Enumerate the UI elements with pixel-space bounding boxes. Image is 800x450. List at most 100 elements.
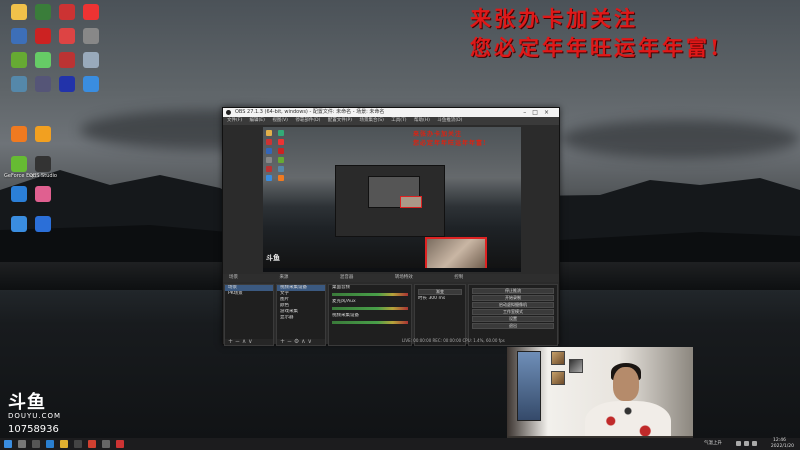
menu-profile[interactable]: 配置文件(P) — [328, 118, 352, 123]
volume-icon[interactable] — [744, 441, 749, 446]
header-sources: 来源 — [279, 275, 289, 280]
app-icon — [11, 52, 27, 68]
desktop-app-icon[interactable] — [76, 28, 106, 45]
desktop-app-icon[interactable] — [28, 216, 58, 233]
app-icon — [11, 156, 27, 172]
clock-date[interactable]: 2022/1/20 — [771, 444, 794, 450]
menu-view[interactable]: 视图(V) — [272, 118, 288, 123]
header-mixer: 混音器 — [339, 275, 354, 280]
app-icon — [59, 52, 75, 68]
webcam-overlay — [507, 347, 693, 450]
app-icon — [83, 52, 99, 68]
preview-nested-obs — [335, 165, 445, 237]
douyu-logo: 斗鱼 — [8, 392, 46, 413]
windows-taskbar: 气温上升 12:46 2022/1/20 — [0, 438, 800, 450]
app-icon — [11, 76, 27, 92]
preview-promo-1: 来张办卡加关注 — [413, 131, 463, 138]
promo-line-1: 来张办卡加关注 — [470, 6, 638, 31]
desktop-app-icon[interactable] — [28, 126, 58, 143]
webcam-window — [517, 351, 541, 421]
obs-title-text: OBS 27.1.3 (64-bit, windows) - 配置文件: 未命名… — [235, 109, 385, 115]
studio-mode-button[interactable]: 工作室模式 — [472, 309, 554, 315]
app-icon — [59, 76, 75, 92]
obs-taskbar-icon[interactable] — [102, 440, 110, 448]
obs-docks: 场景 PK场景 + − ∧ ∨ 视频采集设备 文字 图片 颜色 游戏采集 显示器… — [223, 284, 559, 346]
promo-line-2: 您必定年年旺运年年富! — [470, 35, 723, 60]
settings-button[interactable]: 设置 — [472, 316, 554, 322]
menu-douyu[interactable]: 斗鱼推流(D) — [437, 118, 462, 123]
weather-text: 气温上升 — [704, 441, 722, 446]
app-icon — [11, 186, 27, 202]
douyu-domain: DOUYU.COM — [8, 412, 62, 420]
menu-help[interactable]: 帮助(H) — [414, 118, 430, 123]
app-icon[interactable] — [74, 440, 82, 448]
app-icon — [59, 28, 75, 44]
window-controls[interactable]: –□× — [523, 108, 555, 117]
preview-desktop-icons — [263, 127, 293, 227]
menu-tools[interactable]: 工具(T) — [391, 118, 406, 123]
obs-preview[interactable]: 来张办卡加关注 您必定年年旺运年年富! 斗鱼 — [263, 127, 521, 272]
app-icon — [11, 28, 27, 44]
menu-edit[interactable]: 编辑(E) — [250, 118, 265, 123]
sources-dock: 视频采集设备 文字 图片 颜色 游戏采集 显示器 + − ⚙ ∧ ∨ — [276, 284, 326, 346]
transition-select[interactable]: 渐变 — [418, 289, 462, 295]
app-icon — [83, 76, 99, 92]
app-icon — [35, 156, 51, 172]
dock-headers: 场景 来源 混音器 转场特效 控制 — [223, 274, 559, 282]
mixer-track-label: 麦克风/Aux — [332, 299, 356, 304]
transitions-dock: 渐变 时长 300 ms — [414, 284, 466, 346]
desktop-app-icon[interactable] — [76, 52, 106, 69]
start-button[interactable] — [4, 440, 12, 448]
obs-window[interactable]: OBS 27.1.3 (64-bit, windows) - 配置文件: 未命名… — [222, 107, 560, 346]
app-icon — [83, 4, 99, 20]
desktop-app-icon[interactable]: OBS Studio — [28, 156, 58, 179]
scenes-dock: 场景 PK场景 + − ∧ ∨ — [224, 284, 274, 346]
mixer-dock: 桌面音频 麦克风/Aux 视频采集设备 — [328, 284, 412, 346]
exit-button[interactable]: 退出 — [472, 323, 554, 329]
controls-dock: 停止推流 开始录制 启动虚拟摄像机 工作室模式 设置 退出 — [468, 284, 558, 346]
desktop-app-icon[interactable] — [76, 76, 106, 93]
stop-stream-button[interactable]: 停止推流 — [472, 288, 554, 294]
app-icon — [83, 28, 99, 44]
obs-logo-icon — [226, 110, 231, 115]
obs-titlebar[interactable]: OBS 27.1.3 (64-bit, windows) - 配置文件: 未命名… — [223, 108, 559, 117]
source-item[interactable]: 显示器 — [277, 315, 325, 321]
desktop-app-icon[interactable] — [76, 4, 106, 21]
transition-duration-label: 时长 300 ms — [418, 296, 446, 301]
mixer-meter[interactable] — [332, 321, 408, 324]
edge-icon[interactable] — [46, 440, 54, 448]
mixer-meter[interactable] — [332, 293, 408, 296]
network-icon[interactable] — [736, 441, 741, 446]
scenes-toolbar[interactable]: + − ∧ ∨ — [225, 339, 273, 345]
douyu-watermark: 斗鱼 DOUYU.COM 10758936 — [8, 388, 61, 435]
mixer-track-label: 桌面音频 — [332, 285, 350, 290]
virtual-camera-button[interactable]: 启动虚拟摄像机 — [472, 302, 554, 308]
menu-scene-collection[interactable]: 场景集合(S) — [359, 118, 383, 123]
sources-toolbar[interactable]: + − ⚙ ∧ ∨ — [277, 339, 325, 345]
mixer-meter[interactable] — [332, 307, 408, 310]
app-icon — [35, 52, 51, 68]
header-controls: 控制 — [454, 275, 464, 280]
desktop-app-icon[interactable] — [28, 186, 58, 203]
obs-status-bar: LIVE: 00:00:00 REC: 00:00:00 CPU: 1.4%, … — [402, 338, 505, 343]
app-icon[interactable] — [116, 440, 124, 448]
task-view-icon[interactable] — [32, 440, 40, 448]
preview-nested-cam — [400, 196, 422, 208]
menu-file[interactable]: 文件(F) — [227, 118, 242, 123]
search-icon[interactable] — [18, 440, 26, 448]
explorer-icon[interactable] — [60, 440, 68, 448]
scene-item[interactable]: PK场景 — [225, 291, 273, 297]
start-recording-button[interactable]: 开始录制 — [472, 295, 554, 301]
ime-icon[interactable] — [752, 441, 757, 446]
preview-douyu-logo: 斗鱼 — [266, 254, 280, 262]
app-icon — [35, 186, 51, 202]
app-icon — [11, 216, 27, 232]
app-icon — [11, 126, 27, 142]
app-icon — [11, 4, 27, 20]
app-icon — [35, 216, 51, 232]
desktop-icon-label: OBS Studio — [29, 173, 57, 179]
wall-picture — [551, 351, 565, 365]
header-scenes: 场景 — [229, 275, 238, 280]
menu-docks[interactable]: 停靠部件(D) — [295, 118, 320, 123]
app-icon[interactable] — [88, 440, 96, 448]
